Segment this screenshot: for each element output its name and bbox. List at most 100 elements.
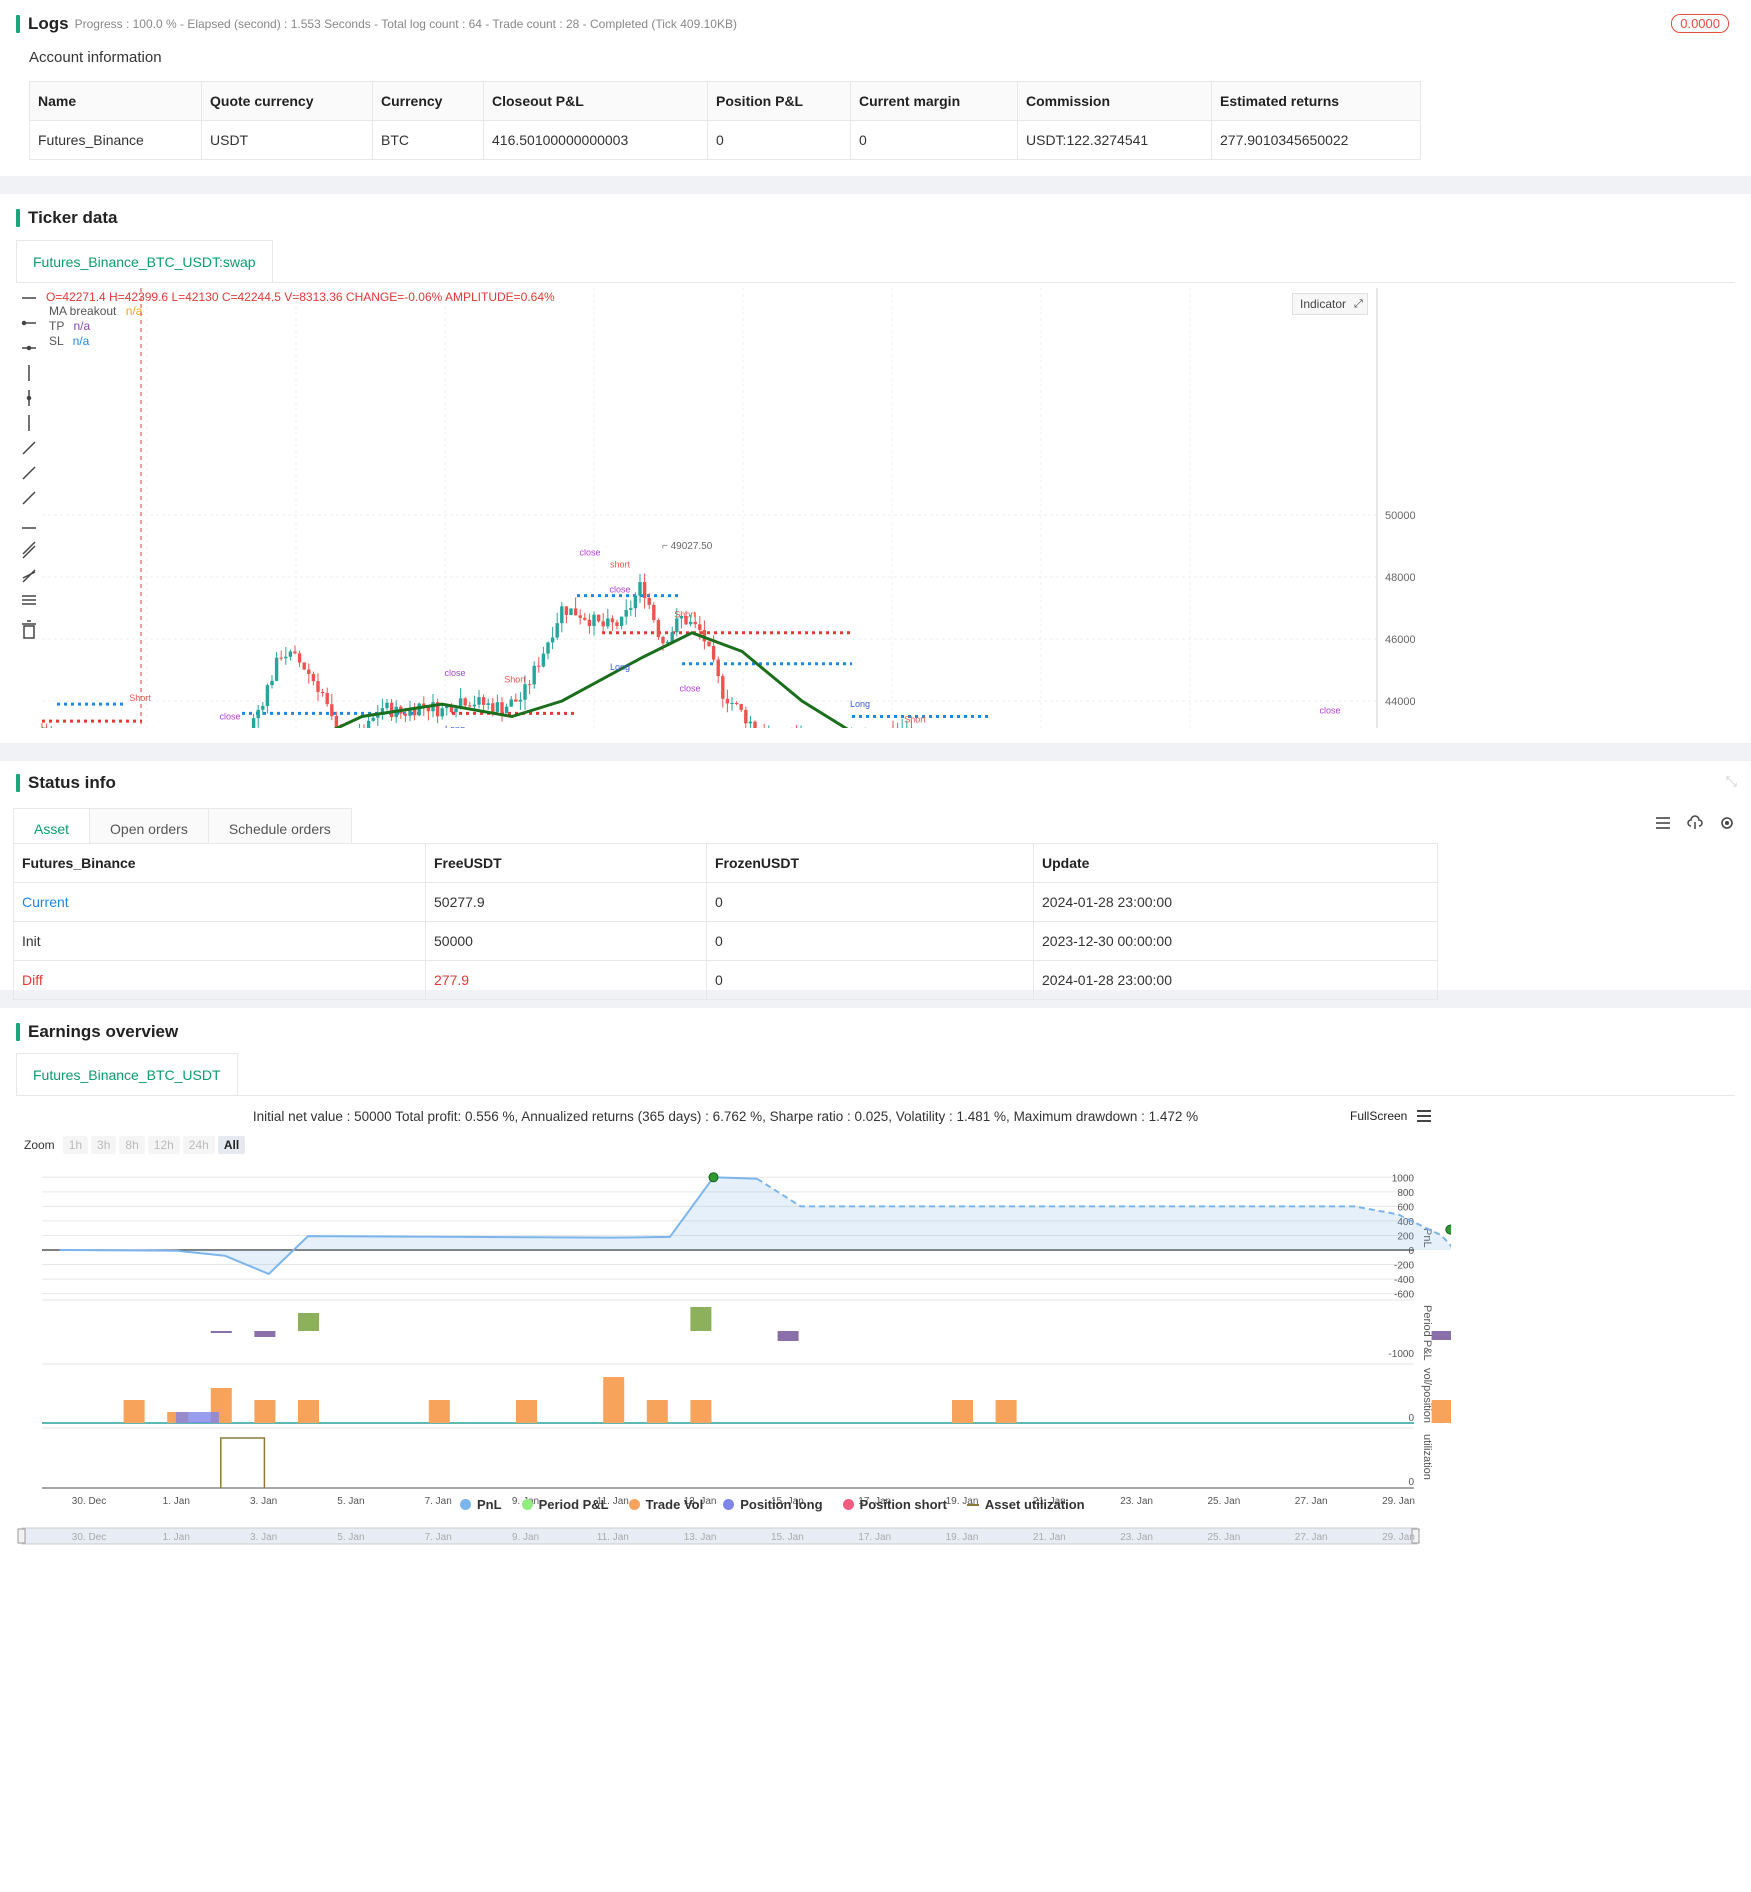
legend-pnl-label: PnL (477, 1497, 502, 1512)
logs-header: Logs Progress : 100.0 % - Elapsed (secon… (16, 14, 737, 34)
logs-badge: 0.0000 (1671, 14, 1729, 33)
candlestick-chart[interactable]: ⌐ 49027.50⌐ 38545.00ShortShortcloseLongS… (0, 288, 1415, 728)
asset-cell: 2024-01-28 23:00:00 (1033, 960, 1438, 1000)
candle-body (541, 653, 546, 667)
earnings-header: Earnings overview (16, 1022, 178, 1042)
legend-position-short[interactable]: Position short (842, 1497, 947, 1512)
navigator-x-label: 30. Dec (72, 1532, 106, 1543)
account-cell: Futures_Binance (29, 120, 202, 160)
legend-util-label: Asset utilization (984, 1497, 1085, 1512)
asset-col-exchange: Futures_Binance (13, 843, 426, 883)
legend-position-long[interactable]: Position long (723, 1497, 823, 1512)
candle-body (601, 621, 605, 627)
asset-cell: 2023-12-30 00:00:00 (1033, 921, 1438, 961)
candle-body (491, 703, 495, 712)
collapse-icon[interactable]: ⤡ (1726, 773, 1737, 790)
hamburger-icon[interactable] (1416, 1109, 1432, 1123)
candle-body (454, 708, 458, 713)
legend-period-pnl[interactable]: Period P&L (521, 1497, 609, 1512)
trade-marker-label: Short (129, 693, 151, 703)
candle-body (385, 702, 389, 709)
candle-body (546, 642, 550, 654)
candle-body (675, 618, 679, 633)
candle-body (606, 618, 610, 627)
candle-body (638, 582, 642, 596)
candle-body (661, 636, 665, 644)
account-header-row: Name Quote currency Currency Closeout P&… (29, 81, 1421, 121)
account-cell: 0 (850, 120, 1018, 160)
earn-x-tick-label: 29. Jan (1382, 1496, 1415, 1507)
candle-body (251, 718, 256, 728)
status-title: Status info (28, 773, 116, 792)
trade-vol-bar (516, 1400, 537, 1423)
trade-vol-bar (254, 1400, 276, 1423)
navigator-handle-left (17, 1528, 26, 1544)
vol-tick-label: 0 (1408, 1413, 1414, 1424)
navigator-x-label: 9. Jan (512, 1532, 539, 1543)
candle-body (693, 621, 697, 625)
candle-body (652, 604, 656, 621)
status-header: Status info (16, 773, 116, 793)
candle-body (366, 720, 371, 728)
earnings-title: Earnings overview (28, 1022, 179, 1041)
earnings-symbol-tab[interactable]: Futures_Binance_BTC_USDT (16, 1053, 238, 1096)
navigator-x-label: 7. Jan (425, 1532, 452, 1543)
cloud-download-icon[interactable] (1687, 815, 1703, 831)
trade-marker-label: close (219, 712, 240, 722)
trade-vol-bar (995, 1400, 1017, 1423)
navigator-x-label: 3. Jan (250, 1532, 277, 1543)
legend-trade-vol[interactable]: Trade Vol (628, 1497, 703, 1512)
candle-body (270, 680, 274, 686)
trade-marker-label: close (1319, 705, 1340, 715)
logs-summary: Progress : 100.0 % - Elapsed (second) : … (74, 17, 737, 31)
period-axis-label: Period P&L (1421, 1305, 1433, 1361)
fullscreen-button[interactable]: FullScreen (1350, 1109, 1432, 1123)
asset-row-label: Init (13, 921, 426, 961)
candle-body (472, 704, 477, 707)
candle-body (504, 706, 509, 714)
account-col-name: Name (29, 81, 202, 121)
candle-body (417, 703, 421, 716)
ticker-header: Ticker data (16, 208, 117, 228)
position-long-bar (175, 1412, 219, 1423)
earnings-chart[interactable]: 10008006004002000-200-400-600PnLPeriod P… (0, 1148, 1451, 1888)
account-col-position: Position P&L (707, 81, 851, 121)
candle-body (698, 624, 702, 630)
account-cell: BTC (372, 120, 484, 160)
navigator-x-label: 27. Jan (1295, 1532, 1328, 1543)
account-title: Account information (29, 49, 162, 66)
ticker-symbol-tab[interactable]: Futures_Binance_BTC_USDT:swap (16, 240, 273, 283)
earnings-panel: Earnings overview Futures_Binance_BTC_US… (0, 1008, 1751, 1892)
candle-body (633, 595, 638, 609)
legend-asset-utilization[interactable]: Asset utilization (966, 1497, 1085, 1512)
pnl-tick-label: 1000 (1392, 1173, 1415, 1184)
trade-markers: ⌐ 49027.50⌐ 38545.00ShortShortcloseLongS… (129, 541, 1340, 728)
account-cell: 277.9010345650022 (1211, 120, 1421, 160)
util-tick-label: 0 (1408, 1477, 1414, 1488)
candle-body (619, 616, 624, 627)
legend-pnl[interactable]: PnL (460, 1497, 502, 1512)
account-col-returns: Estimated returns (1211, 81, 1421, 121)
period-pnl-bar (298, 1313, 319, 1331)
candle-body (297, 653, 302, 663)
period-pnl-bar (210, 1331, 232, 1333)
candle-body (587, 619, 592, 627)
asset-row-label: Current (13, 882, 426, 922)
menu-icon[interactable] (1655, 815, 1671, 831)
candle-body (721, 676, 725, 699)
settings-icon[interactable] (1719, 815, 1735, 831)
y-tick-label: 50000.00 (1385, 510, 1415, 522)
candle-body (711, 645, 716, 660)
navigator-x-label: 13. Jan (684, 1532, 717, 1543)
pnl-tick-label: 600 (1397, 1202, 1414, 1213)
pnl-last-marker (1445, 1224, 1451, 1235)
candle-body (647, 597, 651, 605)
account-col-closeout: Closeout P&L (483, 81, 708, 121)
candle-body (748, 721, 753, 724)
account-cell: USDT (201, 120, 373, 160)
earn-x-tick-label: 7. Jan (425, 1496, 452, 1507)
navigator-x-label: 29. Jan (1382, 1532, 1415, 1543)
asset-cell: 0 (706, 960, 1034, 1000)
navigator-x-label: 17. Jan (858, 1532, 891, 1543)
account-col-quote: Quote currency (201, 81, 373, 121)
